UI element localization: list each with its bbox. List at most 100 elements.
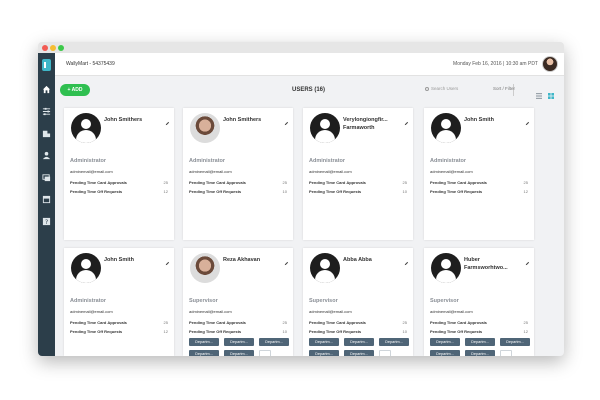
user-card[interactable]: John Smith Administrator adminemail@email.… — [64, 248, 174, 356]
edit-icon[interactable] — [165, 253, 170, 266]
search-input[interactable]: Search Users — [425, 86, 458, 91]
pending-requests-row: Pending Time Off Requests 10 — [189, 189, 287, 194]
user-card[interactable]: John Smith Administrator adminemail@email.… — [424, 108, 534, 240]
pending-requests-row: Pending Time Off Requests 12 — [70, 329, 168, 334]
user-card[interactable]: Reza Akhavan Supervisor adminemail@email.c… — [183, 248, 293, 356]
department-tag[interactable]: Departm... — [500, 338, 530, 346]
user-email: adminemail@email.com — [189, 309, 232, 314]
department-tag[interactable]: Departm... — [344, 350, 374, 356]
sliders-icon[interactable] — [42, 107, 51, 116]
pending-requests-label: Pending Time Off Requests — [189, 189, 242, 194]
company-name: WallyMart - 54375439 — [66, 61, 115, 67]
department-tag[interactable]: Departm... — [430, 338, 460, 346]
svg-text:?: ? — [45, 219, 48, 226]
maximize-window-button[interactable] — [58, 45, 64, 51]
user-name: John Smith — [464, 117, 494, 123]
department-tag[interactable]: Departm... — [379, 338, 409, 346]
user-avatar — [71, 253, 101, 283]
user-role: Supervisor — [309, 298, 338, 304]
user-email: adminemail@email.com — [430, 169, 473, 174]
department-tag[interactable]: Departm... — [344, 338, 374, 346]
calendar-icon[interactable] — [42, 195, 51, 204]
edit-icon[interactable] — [404, 253, 409, 266]
user-email: adminemail@email.com — [430, 309, 473, 314]
pending-approvals-row: Pending Time Card Approvals 25 — [309, 180, 407, 185]
help-icon[interactable]: ? — [42, 217, 51, 226]
pending-requests-row: Pending Time Off Requests 12 — [430, 189, 528, 194]
edit-icon[interactable] — [525, 253, 530, 266]
edit-icon[interactable] — [284, 113, 289, 126]
user-email: adminemail@email.com — [189, 169, 232, 174]
user-avatar — [190, 253, 220, 283]
user-avatar — [431, 113, 461, 143]
user-avatar — [190, 113, 220, 143]
home-icon[interactable] — [42, 85, 51, 94]
close-window-button[interactable] — [42, 45, 48, 51]
person-icon[interactable] — [42, 151, 51, 160]
pending-requests-count: 10 — [402, 189, 407, 194]
user-role: Supervisor — [430, 298, 459, 304]
user-email: adminemail@email.com — [309, 169, 352, 174]
user-card[interactable]: John Smithers Administrator adminemail@ema… — [183, 108, 293, 240]
user-card[interactable]: Abba Abba Supervisor adminemail@email.com P… — [303, 248, 413, 356]
user-avatar[interactable] — [542, 56, 558, 72]
search-icon — [425, 87, 429, 91]
pending-requests-count: 12 — [163, 329, 168, 334]
pending-requests-label: Pending Time Off Requests — [309, 189, 362, 194]
pending-approvals-label: Pending Time Card Approvals — [430, 180, 487, 185]
add-department-tag[interactable] — [500, 350, 512, 356]
edit-icon[interactable] — [404, 113, 409, 126]
app-logo — [42, 59, 51, 71]
pending-approvals-label: Pending Time Card Approvals — [70, 320, 127, 325]
user-role: Supervisor — [189, 298, 218, 304]
pending-approvals-row: Pending Time Card Approvals 25 — [70, 180, 168, 185]
pending-requests-label: Pending Time Off Requests — [309, 329, 362, 334]
stack-icon[interactable] — [42, 173, 51, 182]
pending-approvals-label: Pending Time Card Approvals — [309, 180, 366, 185]
user-card[interactable]: John Smithers Administrator adminemail@ema… — [64, 108, 174, 240]
user-avatar — [310, 253, 340, 283]
department-tag[interactable]: Departm... — [430, 350, 460, 356]
pending-approvals-count: 25 — [402, 180, 407, 185]
department-tag[interactable]: Departm... — [224, 350, 254, 356]
sort-filter-button[interactable]: Sort / Filter — [493, 86, 515, 91]
department-tag[interactable]: Departm... — [309, 350, 339, 356]
pending-requests-label: Pending Time Off Requests — [70, 189, 123, 194]
department-tag[interactable]: Departm... — [259, 338, 289, 346]
department-tag[interactable]: Departm... — [189, 338, 219, 346]
edit-icon[interactable] — [525, 113, 530, 126]
pending-approvals-label: Pending Time Card Approvals — [70, 180, 127, 185]
pending-approvals-row: Pending Time Card Approvals 25 — [309, 320, 407, 325]
pending-approvals-row: Pending Time Card Approvals 25 — [430, 180, 528, 185]
add-department-tag[interactable] — [259, 350, 271, 356]
user-card[interactable]: Huber Farmsworhtwo... Supervisor adminemai… — [424, 248, 534, 356]
department-tag[interactable]: Departm... — [189, 350, 219, 356]
user-name: Reza Akhavan — [223, 257, 261, 263]
user-name: Abba Abba — [343, 257, 372, 263]
add-user-button[interactable]: + ADD — [60, 84, 90, 96]
add-department-tag[interactable] — [379, 350, 391, 356]
building-icon[interactable] — [42, 129, 51, 138]
pending-approvals-row: Pending Time Card Approvals 25 — [189, 180, 287, 185]
user-name: Verylongiongfir... Farmaworth — [343, 117, 388, 131]
pending-requests-row: Pending Time Off Requests 12 — [70, 189, 168, 194]
minimize-window-button[interactable] — [50, 45, 56, 51]
pending-approvals-count: 25 — [282, 180, 287, 185]
list-view-icon[interactable] — [536, 86, 542, 99]
user-card[interactable]: Verylongiongfir... Farmaworth Administrat… — [303, 108, 413, 240]
user-avatar — [431, 253, 461, 283]
toolbar: + ADD USERS (16) Search Users Sort / Fil… — [55, 76, 564, 106]
pending-approvals-label: Pending Time Card Approvals — [189, 320, 246, 325]
edit-icon[interactable] — [284, 253, 289, 266]
department-tag[interactable]: Departm... — [465, 338, 495, 346]
user-name: John Smith — [104, 257, 134, 263]
current-datetime: Monday Feb 16, 2016 | 10:30 am PDT — [453, 61, 538, 67]
edit-icon[interactable] — [165, 113, 170, 126]
pending-requests-count: 10 — [402, 329, 407, 334]
department-tag[interactable]: Departm... — [309, 338, 339, 346]
department-tag[interactable]: Departm... — [224, 338, 254, 346]
department-tag[interactable]: Departm... — [465, 350, 495, 356]
pending-approvals-label: Pending Time Card Approvals — [309, 320, 366, 325]
grid-view-icon[interactable] — [548, 86, 554, 99]
pending-approvals-row: Pending Time Card Approvals 25 — [430, 320, 528, 325]
